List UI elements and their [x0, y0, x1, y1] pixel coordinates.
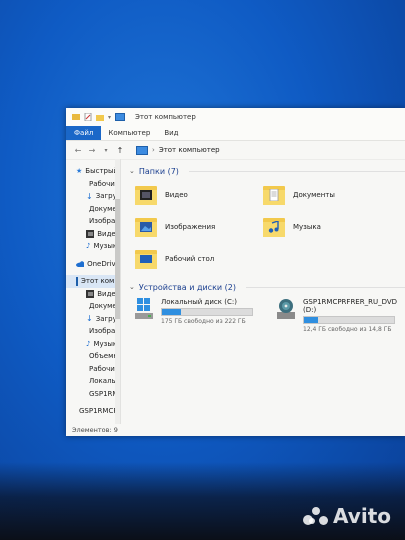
- folders-section-header[interactable]: ⌄ Папки (7): [129, 164, 405, 178]
- chevron-down-icon[interactable]: ⌄: [129, 283, 135, 291]
- folder-music[interactable]: Музыка: [263, 214, 383, 240]
- nav-pc-dvd[interactable]: GSP1RMCPRFRER: [66, 388, 120, 401]
- avito-watermark: Avito: [303, 504, 391, 528]
- folder-label: Документы: [293, 191, 335, 199]
- video-folder-icon: [135, 184, 157, 206]
- folder-video[interactable]: Видео: [135, 182, 263, 208]
- drives-list: Локальный диск (C:) 175 ГБ свободно из 2…: [129, 298, 405, 333]
- folder-label: Рабочий стол: [165, 255, 215, 263]
- navigation-pane: ★ Быстрый доступ Рабочий стол✱ ↓ Загрузк…: [66, 159, 121, 424]
- title-bar: ▾ Этот компьютер: [66, 108, 405, 126]
- drive-usage-bar: [303, 316, 395, 324]
- download-icon: ↓: [86, 191, 93, 201]
- item-count: Элементов: 9: [72, 426, 118, 434]
- tab-file[interactable]: Файл: [66, 126, 102, 140]
- avito-logo-icon: [303, 505, 329, 527]
- section-divider: [245, 286, 405, 288]
- content-area: ★ Быстрый доступ Рабочий стол✱ ↓ Загрузк…: [66, 159, 405, 424]
- address-field[interactable]: › Этот компьютер: [136, 145, 220, 155]
- nav-pc-local-disk[interactable]: Локальный дис: [66, 375, 120, 388]
- section-divider: [188, 170, 405, 172]
- nav-this-pc[interactable]: Этот компьютер: [66, 275, 120, 288]
- nav-pc-video[interactable]: Видео: [66, 288, 120, 301]
- nav-item-downloads[interactable]: ↓ Загрузки✱: [66, 190, 120, 203]
- file-explorer-window: ▾ Этот компьютер Файл Компьютер Вид ← → …: [66, 108, 405, 436]
- nav-item-video[interactable]: Видео: [66, 228, 120, 241]
- nav-item-documents[interactable]: Документы✱: [66, 203, 120, 216]
- folders-grid: Видео Документы Изображения Музыка Рабоч…: [129, 182, 405, 272]
- folder-desktop[interactable]: Рабочий стол: [135, 246, 263, 272]
- recent-dropdown-icon[interactable]: ▾: [102, 147, 110, 154]
- video-icon: [86, 289, 95, 298]
- windows-drive-icon: [135, 298, 155, 320]
- music-icon: ♪: [86, 242, 91, 251]
- folder-pictures[interactable]: Изображения: [135, 214, 263, 240]
- section-title: Устройства и диски (2): [138, 282, 236, 292]
- nav-pc-music[interactable]: ♪ Музыка: [66, 338, 120, 351]
- drive-free-space: 12,4 ГБ свободно из 14,8 ГБ: [303, 326, 392, 333]
- address-text: Этот компьютер: [158, 146, 220, 154]
- cloud-icon: [76, 261, 85, 267]
- computer-icon: [136, 145, 148, 155]
- documents-folder-icon: [263, 184, 285, 206]
- breadcrumb-chevron-icon: ›: [152, 146, 155, 154]
- drive-d[interactable]: GSP1RMCPRFRER_RU_DVD (D:) 12,4 ГБ свобод…: [277, 298, 405, 333]
- nav-quick-access[interactable]: ★ Быстрый доступ: [66, 165, 120, 178]
- nav-onedrive[interactable]: OneDrive: [66, 258, 120, 271]
- window-title: Этот компьютер: [135, 113, 196, 121]
- nav-label: GSP1RMCPRFRER: [79, 407, 120, 416]
- nav-scrollbar[interactable]: [115, 159, 120, 424]
- nav-pc-pictures[interactable]: Изображения: [66, 325, 120, 338]
- section-title: Папки (7): [138, 166, 179, 176]
- folder-label: Изображения: [165, 223, 216, 231]
- new-folder-icon[interactable]: [96, 113, 104, 121]
- devices-section-header[interactable]: ⌄ Устройства и диски (2): [129, 280, 405, 294]
- pictures-folder-icon: [135, 216, 157, 238]
- nav-scrollbar-thumb[interactable]: [115, 199, 120, 319]
- nav-dvd-root[interactable]: GSP1RMCPRFRER: [66, 405, 120, 418]
- chevron-down-icon[interactable]: ▾: [108, 114, 111, 121]
- music-folder-icon: [263, 216, 285, 238]
- nav-pc-3d-objects[interactable]: Объемные объ: [66, 350, 120, 363]
- folder-icon: [72, 113, 80, 121]
- drive-free-space: 175 ГБ свободно из 222 ГБ: [161, 318, 246, 325]
- tab-computer[interactable]: Компьютер: [101, 129, 157, 137]
- desktop-folder-icon: [135, 248, 157, 270]
- main-pane: ⌄ Папки (7) Видео Документы Изображения: [121, 159, 405, 424]
- drive-label: Локальный диск (C:): [161, 298, 237, 306]
- star-icon: ★: [76, 167, 83, 176]
- drive-label: GSP1RMCPRFRER_RU_DVD (D:): [303, 298, 398, 314]
- properties-icon[interactable]: [84, 112, 92, 122]
- folder-label: Музыка: [293, 223, 321, 231]
- nav-pc-desktop[interactable]: Рабочий стол: [66, 363, 120, 376]
- monitor-bezel: [0, 462, 405, 540]
- up-arrow-icon[interactable]: ↑: [116, 146, 124, 155]
- ribbon-tabs: Файл Компьютер Вид: [66, 126, 405, 141]
- music-icon: ♪: [86, 339, 91, 348]
- video-icon: [86, 229, 95, 238]
- tab-view[interactable]: Вид: [157, 129, 185, 137]
- status-bar: Элементов: 9: [66, 424, 405, 436]
- computer-icon: [76, 276, 78, 286]
- back-arrow-icon[interactable]: ←: [74, 146, 82, 155]
- watermark-text: Avito: [333, 504, 391, 528]
- address-bar: ← → ▾ ↑ › Этот компьютер: [66, 141, 405, 160]
- computer-icon: [115, 113, 126, 121]
- chevron-down-icon[interactable]: ⌄: [129, 167, 135, 175]
- download-icon: ↓: [86, 314, 93, 324]
- nav-pc-downloads[interactable]: ↓ Загрузки: [66, 313, 120, 326]
- nav-item-music[interactable]: ♪ Музыка: [66, 240, 120, 253]
- nav-item-pictures[interactable]: Изображения✱: [66, 215, 120, 228]
- drive-usage-bar: [161, 308, 253, 316]
- forward-arrow-icon[interactable]: →: [88, 146, 96, 155]
- dvd-drive-icon: [277, 298, 297, 320]
- nav-pc-documents[interactable]: Документы: [66, 300, 120, 313]
- folder-documents[interactable]: Документы: [263, 182, 383, 208]
- folder-label: Видео: [165, 191, 188, 199]
- drive-c[interactable]: Локальный диск (C:) 175 ГБ свободно из 2…: [135, 298, 263, 333]
- nav-item-desktop[interactable]: Рабочий стол✱: [66, 178, 120, 191]
